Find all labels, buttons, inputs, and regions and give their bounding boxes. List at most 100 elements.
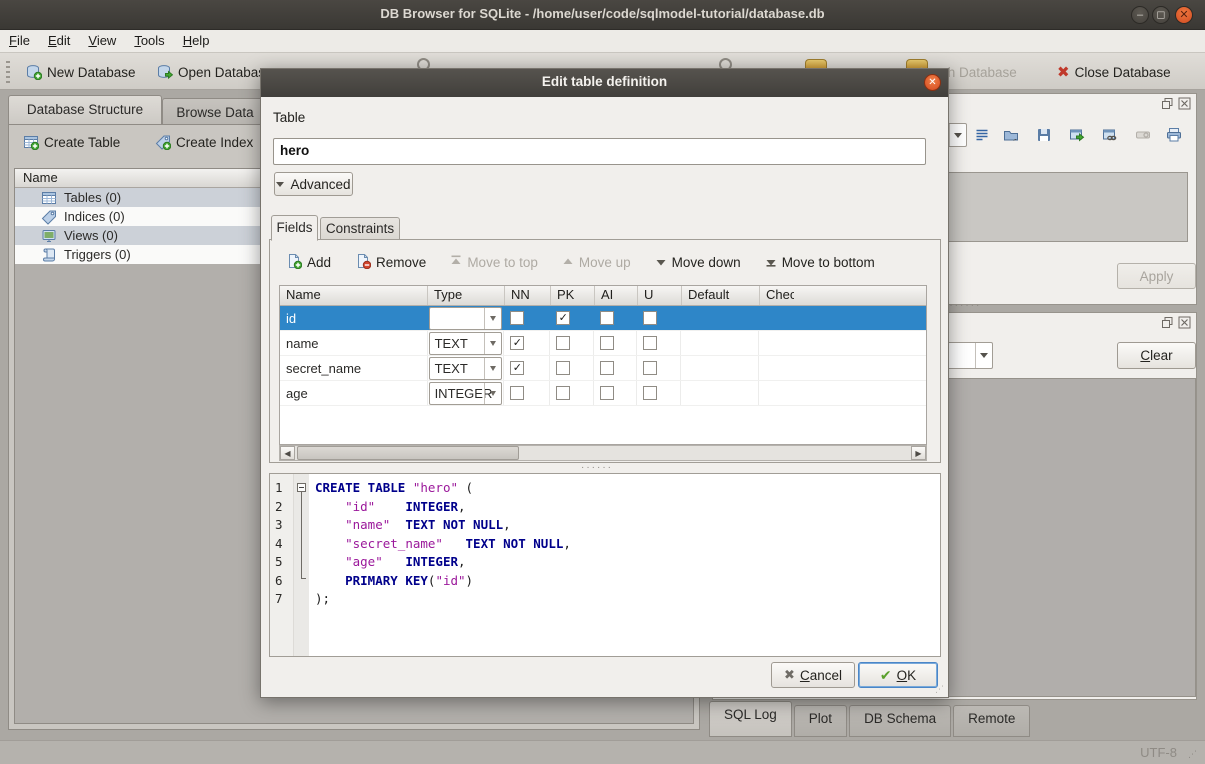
column-header-pk[interactable]: PK: [551, 286, 595, 305]
add-button[interactable]: Add: [282, 251, 335, 274]
save-icon[interactable]: [1036, 127, 1054, 145]
nn-checkbox[interactable]: ✓: [510, 336, 524, 350]
dock-float-icon[interactable]: [1161, 316, 1174, 329]
type-combo[interactable]: INTEGER: [429, 382, 502, 405]
menu-view[interactable]: View: [79, 30, 125, 52]
column-header-type[interactable]: Type: [428, 286, 505, 305]
ai-checkbox[interactable]: [600, 336, 614, 350]
type-combo[interactable]: TEXT: [429, 332, 502, 355]
dock-float-icon[interactable]: [1161, 97, 1174, 110]
dock-close-icon[interactable]: [1178, 316, 1191, 329]
menu-edit[interactable]: Edit: [39, 30, 79, 52]
ai-checkbox[interactable]: [600, 311, 614, 325]
type-combo[interactable]: INTEGER: [429, 307, 502, 330]
print-icon[interactable]: [1166, 127, 1184, 145]
scroll-right-icon[interactable]: ▶: [911, 446, 926, 460]
bottom-tab-plot[interactable]: Plot: [794, 705, 847, 737]
move-to-bottom-button[interactable]: Move to bottom: [761, 251, 879, 274]
pk-checkbox[interactable]: [556, 361, 570, 375]
dialog-close-button[interactable]: ✕: [924, 74, 941, 91]
tab-fields[interactable]: Fields: [271, 215, 318, 241]
column-header-check[interactable]: Check: [760, 286, 794, 305]
column-header-u[interactable]: U: [638, 286, 682, 305]
pk-checkbox[interactable]: [556, 336, 570, 350]
u-checkbox[interactable]: [643, 361, 657, 375]
tab-browse-data[interactable]: Browse Data: [162, 98, 268, 125]
ai-checkbox[interactable]: [600, 361, 614, 375]
ok-button[interactable]: ✔ OK: [858, 662, 938, 688]
move-up-button[interactable]: Move up: [558, 251, 635, 274]
check-cell[interactable]: [759, 381, 926, 405]
ai-checkbox[interactable]: [600, 386, 614, 400]
apply-button[interactable]: Apply: [1117, 263, 1196, 289]
bottom-tab-remote[interactable]: Remote: [953, 705, 1030, 737]
default-cell[interactable]: [681, 381, 759, 405]
table-name-input[interactable]: hero: [273, 138, 926, 165]
create-index-button[interactable]: Create Index: [151, 132, 257, 152]
check-cell[interactable]: [759, 331, 926, 355]
type-combo[interactable]: TEXT: [429, 357, 502, 380]
field-name-cell[interactable]: age: [280, 381, 428, 405]
field-row-secret_name[interactable]: secret_nameTEXT ✓: [280, 356, 926, 381]
text-lines-icon[interactable]: [974, 127, 992, 145]
null-icon[interactable]: [1135, 127, 1153, 145]
resize-grip[interactable]: ⋰: [1188, 749, 1197, 760]
pk-checkbox[interactable]: [556, 386, 570, 400]
open-database-button[interactable]: Open Database: [153, 59, 277, 85]
u-checkbox[interactable]: [643, 336, 657, 350]
sql-log-area[interactable]: [947, 378, 1196, 697]
grid-hscrollbar[interactable]: ◀ ▶: [279, 445, 927, 461]
column-header-nn[interactable]: NN: [505, 286, 551, 305]
column-header-default[interactable]: Default: [682, 286, 760, 305]
minimize-button[interactable]: –: [1131, 6, 1149, 24]
default-cell[interactable]: [681, 306, 759, 330]
menu-tools[interactable]: Tools: [125, 30, 173, 52]
nn-checkbox[interactable]: [510, 386, 524, 400]
scroll-left-icon[interactable]: ◀: [280, 446, 295, 460]
check-cell[interactable]: [759, 306, 926, 330]
export-icon[interactable]: [1069, 127, 1087, 145]
maximize-button[interactable]: ◻: [1152, 6, 1170, 24]
bottom-tab-db-schema[interactable]: DB Schema: [849, 705, 951, 737]
default-cell[interactable]: [681, 331, 759, 355]
cancel-button[interactable]: ✖ Cancel: [771, 662, 855, 688]
field-row-id[interactable]: idINTEGER✓: [280, 306, 926, 331]
field-name-cell[interactable]: name: [280, 331, 428, 355]
column-header-name[interactable]: Name: [280, 286, 428, 305]
menu-help[interactable]: Help: [174, 30, 219, 52]
new-database-button[interactable]: New Database: [22, 59, 140, 85]
field-row-age[interactable]: ageINTEGER: [280, 381, 926, 406]
tab-constraints[interactable]: Constraints: [320, 217, 400, 240]
menu-file[interactable]: File: [0, 30, 39, 52]
move-down-button[interactable]: Move down: [651, 251, 745, 274]
encoding-indicator[interactable]: UTF-8: [1140, 745, 1177, 760]
field-row-name[interactable]: nameTEXT ✓: [280, 331, 926, 356]
bottom-tab-sql-log[interactable]: SQL Log: [709, 701, 792, 737]
pk-checkbox[interactable]: ✓: [556, 311, 570, 325]
dialog-resize-grip[interactable]: ⋰: [935, 684, 944, 695]
advanced-toggle[interactable]: Advanced: [274, 172, 353, 196]
create-table-button[interactable]: Create Table: [19, 132, 124, 152]
window-close-button[interactable]: ✕: [1175, 6, 1193, 24]
default-cell[interactable]: [681, 356, 759, 380]
link-icon[interactable]: [1102, 127, 1120, 145]
u-checkbox[interactable]: [643, 311, 657, 325]
remove-button[interactable]: Remove: [351, 251, 430, 274]
toolbar-grip[interactable]: [6, 61, 10, 85]
nn-checkbox[interactable]: ✓: [510, 361, 524, 375]
field-name-cell[interactable]: secret_name: [280, 356, 428, 380]
move-to-top-button[interactable]: Move to top: [446, 251, 542, 274]
u-checkbox[interactable]: [643, 386, 657, 400]
column-header-ai[interactable]: AI: [595, 286, 638, 305]
close-database-button[interactable]: ✖ Close Database: [1053, 59, 1175, 85]
clear-log-button[interactable]: Clear: [1117, 342, 1196, 369]
tab-database-structure[interactable]: Database Structure: [8, 95, 162, 125]
dialog-titlebar[interactable]: Edit table definition ✕: [261, 69, 948, 97]
check-cell[interactable]: [759, 356, 926, 380]
dock-close-icon[interactable]: [1178, 97, 1191, 110]
dialog-splitter[interactable]: ······: [581, 462, 613, 473]
scroll-thumb[interactable]: [297, 446, 519, 460]
fold-toggle-icon[interactable]: [297, 483, 306, 492]
import-icon[interactable]: [1003, 127, 1021, 145]
dock-splitter[interactable]: ·······: [944, 300, 981, 311]
